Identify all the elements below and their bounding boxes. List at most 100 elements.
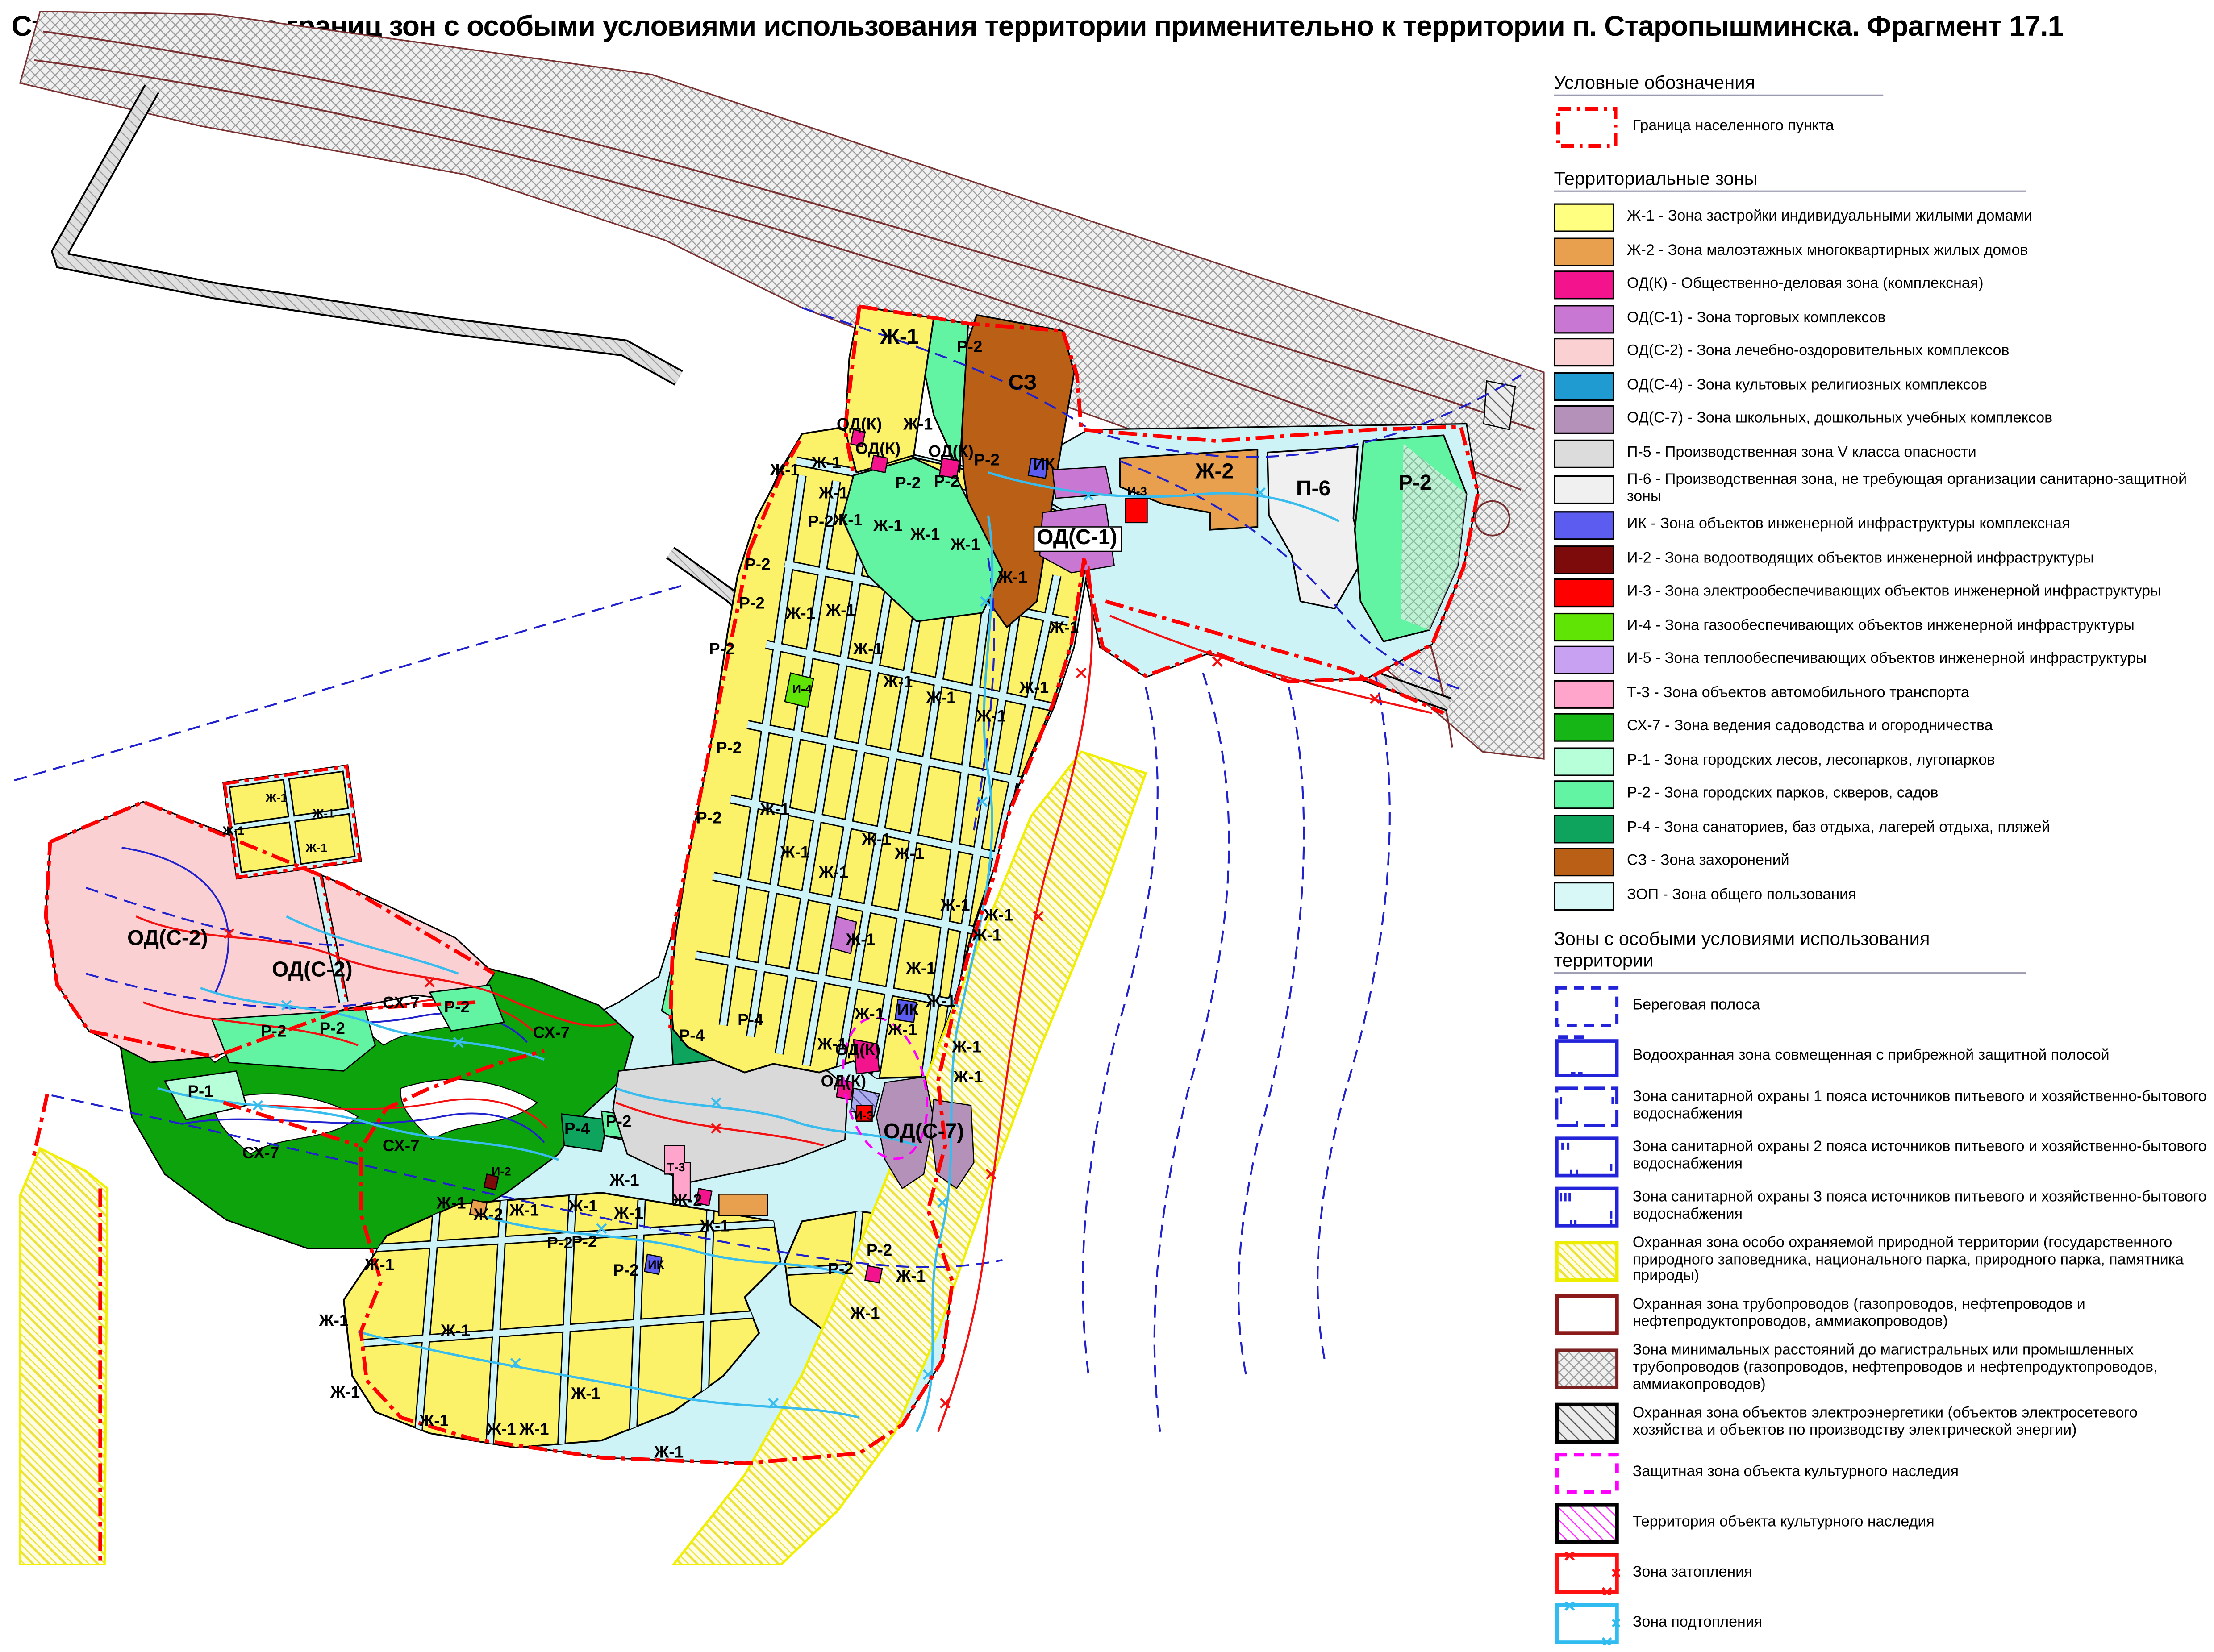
zone-color-swatch xyxy=(1554,680,1614,708)
map-zone-label: Ж-1 xyxy=(440,1321,470,1340)
map-zone-label: Ж-1 xyxy=(1049,618,1079,637)
legend-zone-row: Ж-2 - Зона малоэтажных многоквартирных ж… xyxy=(1554,237,2210,266)
boundary-symbol-icon xyxy=(1554,104,1620,150)
special-zone-label: Зона подтопления xyxy=(1633,1615,1762,1632)
zone-label: СЗ - Зона захоронений xyxy=(1627,854,1789,871)
zone-color-swatch xyxy=(1554,781,1614,809)
special-zone-label: Охранная зона особо охраняемой природной… xyxy=(1633,1235,2210,1286)
map-zone-label: Р-2 xyxy=(571,1232,597,1251)
map-zone-label: СХ-7 xyxy=(383,993,420,1011)
zh1-island xyxy=(223,765,361,879)
special-zone-label: Зона санитарной охраны 1 пояса источнико… xyxy=(1633,1090,2210,1124)
zone-label: Р-2 - Зона городских парков, скверов, са… xyxy=(1627,786,1938,803)
map-zone-label: Р-2 xyxy=(934,472,959,491)
map-zone-label: Ж-1 xyxy=(654,1443,684,1461)
zone-color-swatch xyxy=(1554,371,1614,400)
map-zone-label: Ж-1 xyxy=(997,568,1027,587)
legend-title: Условные обозначения xyxy=(1554,71,1883,96)
map-zone-label: И-3 xyxy=(1127,484,1147,498)
map-zone-label: ОД(К) xyxy=(928,442,974,460)
map-zone-label: Р-2 xyxy=(320,1019,345,1037)
map-zone-label: И-4 xyxy=(792,682,812,696)
zone-color-swatch xyxy=(1554,439,1614,467)
zone-color-swatch xyxy=(1554,545,1614,574)
legend-special-row: Территория объекта культурного наследия xyxy=(1554,1502,2210,1545)
map-zone-label: Ж-1 xyxy=(568,1197,598,1215)
map-zone-label: Р-2 xyxy=(957,337,982,356)
map-zone-label: Ж-1 xyxy=(971,926,1001,945)
map-zone-label: ОД(К) xyxy=(835,1040,881,1059)
map-zone-label: Р-2 xyxy=(261,1022,286,1040)
special-zone-symbol-icon xyxy=(1554,1502,1620,1545)
map-zone-label: Р-2 xyxy=(613,1261,638,1279)
legend-special-row: Защитная зона объекта культурного наслед… xyxy=(1554,1452,2210,1494)
map-zone-label: Ж-1 xyxy=(1019,678,1049,697)
map-zone-label: Ж-2 xyxy=(672,1191,702,1209)
map-zone-label: Ж-1 xyxy=(894,845,924,863)
legend-zone-row: И-2 - Зона водоотводящих объектов инжене… xyxy=(1554,545,2210,574)
map-zone-label: Ж-1 xyxy=(850,1304,880,1322)
map-zone-label: Ж-1 xyxy=(854,1005,884,1023)
zone-label: И-3 - Зона электрообеспечивающих объекто… xyxy=(1627,585,2161,602)
special-zone-symbol-icon xyxy=(1554,1294,1620,1336)
map-zone-label: Ж-1 xyxy=(887,1020,917,1039)
map-zone-label: Ж-1 xyxy=(613,1204,643,1222)
zone-label: И-5 - Зона теплообеспечивающих объектов … xyxy=(1627,652,2147,669)
map-zone-label: П-6 xyxy=(1296,476,1330,500)
zone-color-swatch xyxy=(1554,405,1614,434)
zone-label: Ж-2 - Зона малоэтажных многоквартирных ж… xyxy=(1627,243,2028,260)
special-zone-symbol-icon xyxy=(1554,1135,1620,1178)
map-zone-label: Р-2 xyxy=(867,1241,892,1259)
map-zone-label: Р-2 xyxy=(974,451,999,469)
map-zone-label: Р-2 xyxy=(709,640,734,658)
map-zone-label: Ж-1 xyxy=(883,673,913,691)
map-zone-label: ОД(С-7) xyxy=(884,1119,964,1143)
map-zone-label: Ж-1 xyxy=(983,906,1013,924)
special-zone-label: Зона затопления xyxy=(1633,1565,1752,1582)
map-zone-label: Ж-2 xyxy=(1195,459,1234,483)
map-zone-label: Ж-1 xyxy=(926,992,955,1010)
zone-label: П-5 - Производственная зона V класса опа… xyxy=(1627,445,1976,462)
legend-zone-row: СЗ - Зона захоронений xyxy=(1554,848,2210,877)
zone-label: ОД(С-4) - Зона культовых религиозных ком… xyxy=(1627,377,1987,394)
special-zone-symbol-icon xyxy=(1554,1452,1620,1494)
special-zone-label: Территория объекта культурного наследия xyxy=(1633,1515,1935,1532)
map-zone-label: Ж-1 xyxy=(265,791,288,804)
map-zone-label: СХ-7 xyxy=(383,1136,420,1155)
legend-boundary-label: Граница населенного пункта xyxy=(1633,119,1834,136)
special-zone-label: Зона минимальных расстояний до магистрал… xyxy=(1633,1344,2210,1394)
map-zone-label: Ж-1 xyxy=(880,325,918,349)
zone-label: ОД(С-1) - Зона торговых комплексов xyxy=(1627,310,1886,327)
legend-special-row: Береговая полоса xyxy=(1554,985,2210,1028)
map-zone-label: ИК xyxy=(1033,455,1055,473)
legend-boundary-row: Граница населенного пункта xyxy=(1554,104,2210,150)
map-zone-label: Ж-1 xyxy=(811,454,841,472)
zone-label: ИК - Зона объектов инженерной инфраструк… xyxy=(1627,517,2070,534)
map-zone-label: Ж-1 xyxy=(330,1383,360,1401)
map-zone-label: Ж-1 xyxy=(571,1384,600,1402)
zone-label: Ж-1 - Зона застройки индивидуальными жил… xyxy=(1627,209,2032,226)
map-zone-label: ОД(К) xyxy=(821,1072,867,1090)
zone-label: И-4 - Зона газообеспечивающих объектов и… xyxy=(1627,618,2135,635)
zone-color-swatch xyxy=(1554,270,1614,299)
map-zone-label: Ж-2 xyxy=(473,1205,503,1223)
legend-zone-row: Р-2 - Зона городских парков, скверов, са… xyxy=(1554,781,2210,809)
special-zone-symbol-icon xyxy=(1554,1085,1620,1128)
map-zone-label: Ж-1 xyxy=(519,1420,549,1438)
map-zone-label: Ж-1 xyxy=(910,525,940,543)
map-zone-label: ОД(С-1) xyxy=(1037,525,1117,549)
map-zone-label: Ж-1 xyxy=(700,1217,730,1235)
map-zone-label: Ж-1 xyxy=(853,640,883,658)
legend-zone-list: Ж-1 - Зона застройки индивидуальными жил… xyxy=(1554,204,2210,911)
zone-color-swatch xyxy=(1554,747,1614,776)
map-zone-label: Р-2 xyxy=(696,808,721,827)
legend-zone-row: ОД(С-4) - Зона культовых религиозных ком… xyxy=(1554,371,2210,400)
map-zone-label: СХ-7 xyxy=(533,1024,570,1042)
legend-special-row: Зона минимальных расстояний до магистрал… xyxy=(1554,1344,2210,1394)
zone-color-swatch xyxy=(1554,882,1614,910)
special-zone-symbol-icon xyxy=(1554,1552,1620,1595)
zone-color-swatch xyxy=(1554,237,1614,266)
special-zone-symbol-icon xyxy=(1554,1602,1620,1645)
legend-special-row: Зона санитарной охраны 2 пояса источнико… xyxy=(1554,1135,2210,1178)
special-zone-symbol-icon xyxy=(1554,1348,1620,1390)
